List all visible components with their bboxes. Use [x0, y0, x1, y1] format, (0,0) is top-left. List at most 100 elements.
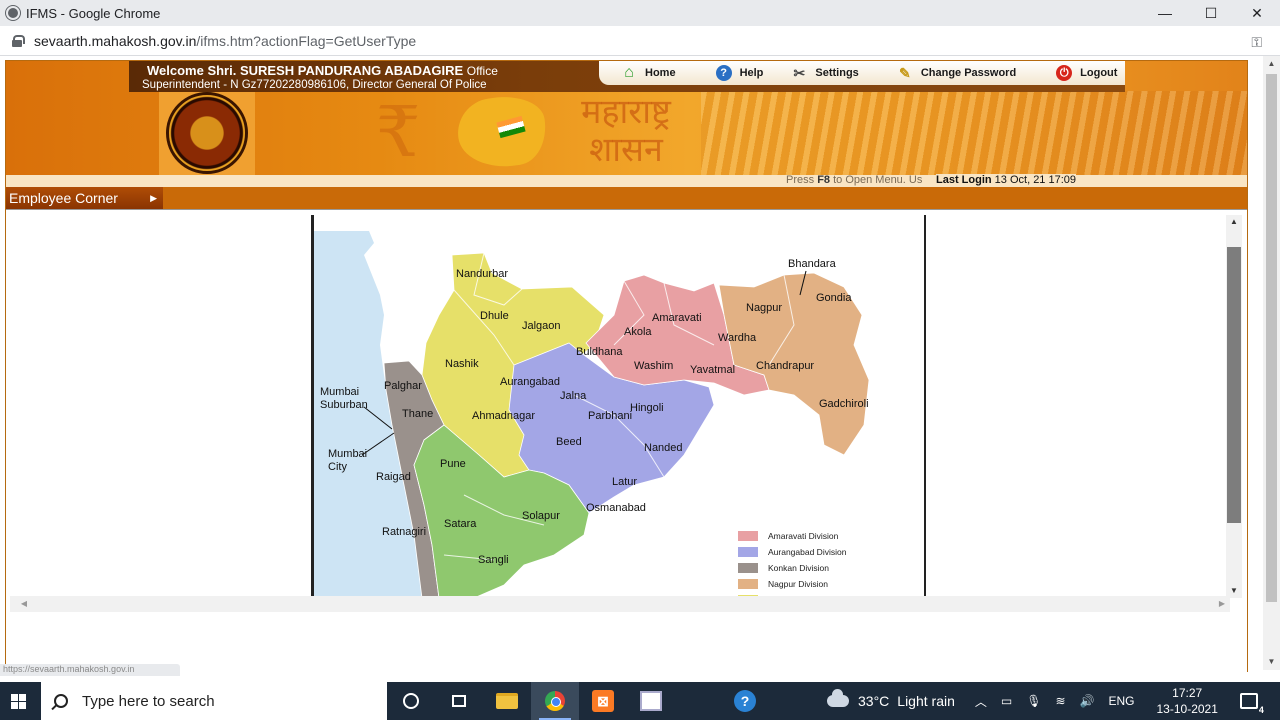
window-title: IFMS - Google Chrome — [26, 5, 161, 21]
district-label-thane: Thane — [402, 408, 433, 420]
district-label-yavatmal: Yavatmal — [690, 364, 735, 376]
map-image: Nandurbar Dhule Jalgaon Nashik Palghar Thane M… — [314, 215, 924, 598]
notification-count: 4 — [1258, 705, 1264, 715]
cortana-button[interactable] — [387, 682, 435, 720]
weather-widget[interactable]: 33°C Light rain — [827, 689, 955, 709]
district-label-beed: Beed — [556, 436, 582, 448]
scroll-left-arrow[interactable]: ◀ — [16, 596, 32, 612]
legend-label-1: Aurangabad Division — [768, 547, 847, 557]
employee-corner-menu[interactable]: Employee Corner ▶ — [6, 187, 163, 209]
page-vertical-scrollbar[interactable]: ▲ ▼ — [1263, 56, 1280, 670]
marathi-line1: महाराष्ट्र — [581, 92, 671, 132]
maximize-button[interactable]: ☐ — [1188, 0, 1234, 26]
volume-icon[interactable]: 🔊 — [1080, 694, 1095, 708]
inner-vertical-scrollbar[interactable]: ▲ ▼ — [1226, 215, 1242, 598]
windows-taskbar: Type here to search ⊠ ? 33°C Light rain … — [0, 682, 1280, 720]
help-taskbar-button[interactable]: ? — [721, 682, 769, 720]
url-text[interactable]: sevaarth.mahakosh.gov.in/ifms.htm?action… — [34, 33, 416, 49]
welcome-text: Welcome Shri. SURESH PANDURANG ABADAGIRE… — [147, 63, 498, 78]
legend-label-0: Amaravati Division — [768, 531, 839, 541]
page-scroll-thumb[interactable] — [1266, 74, 1277, 602]
url-path: /ifms.htm?actionFlag=GetUserType — [196, 32, 417, 49]
legend-swatch-0 — [738, 531, 758, 541]
header-banner: ₹ महाराष्ट्र शासन Welcome Shri. SURESH P… — [6, 61, 1247, 175]
chrome-taskbar-button[interactable] — [531, 682, 579, 720]
language-indicator[interactable]: ENG — [1108, 694, 1134, 708]
district-label-parbhani: Parbhani — [588, 410, 632, 422]
inner-horizontal-scrollbar[interactable]: ◀ ▶ — [10, 596, 1230, 612]
district-label-osmanabad: Osmanabad — [586, 502, 646, 514]
district-label-wardha: Wardha — [718, 332, 757, 344]
chevron-up-icon[interactable]: ︿ — [975, 693, 987, 710]
close-button[interactable]: ✕ — [1234, 0, 1280, 26]
app-taskbar-button[interactable] — [627, 682, 675, 720]
scroll-right-arrow[interactable]: ▶ — [1214, 596, 1230, 612]
district-label-akola: Akola — [624, 326, 652, 338]
temperature: 33°C — [858, 693, 890, 709]
maharashtra-emblem-logo — [166, 92, 248, 174]
clock[interactable]: 17:27 13-10-2021 — [1157, 685, 1218, 717]
district-label-mumbai-city-1: Mumbai — [328, 448, 367, 460]
clock-date: 13-10-2021 — [1156, 702, 1218, 716]
notification-icon[interactable]: 4 — [1239, 693, 1264, 715]
window-controls: — ☐ ✕ — [1142, 0, 1280, 26]
file-explorer-button[interactable] — [483, 682, 531, 720]
xampp-taskbar-button[interactable]: ⊠ — [579, 682, 627, 720]
address-bar[interactable]: sevaarth.mahakosh.gov.in/ifms.htm?action… — [0, 26, 1280, 56]
last-login: Last Login 13 Oct, 21 17:09 — [936, 174, 1077, 186]
nav-logout[interactable]: ⏻ Logout — [1056, 65, 1117, 81]
nav-change-password[interactable]: ✎ Change Password — [897, 65, 1016, 81]
district-label-palghar: Palghar — [384, 380, 422, 392]
xampp-icon: ⊠ — [592, 690, 614, 712]
start-button[interactable] — [0, 682, 36, 720]
content-frame: Nandurbar Dhule Jalgaon Nashik Palghar Thane M… — [6, 209, 1247, 673]
district-label-amaravati: Amaravati — [652, 312, 702, 324]
ifms-frame: ₹ महाराष्ट्र शासन Welcome Shri. SURESH P… — [5, 60, 1248, 673]
task-view-button[interactable] — [435, 682, 483, 720]
microphone-icon[interactable]: 🎙 — [1026, 694, 1041, 708]
inner-content: Nandurbar Dhule Jalgaon Nashik Palghar Thane M… — [8, 213, 1243, 615]
inner-scroll-thumb[interactable] — [1227, 247, 1241, 523]
district-label-bhandara: Bhandara — [788, 258, 837, 270]
nav-settings[interactable]: ✂ Settings — [791, 64, 859, 81]
link-status-bubble: https://sevaarth.mahakosh.gov.in — [0, 664, 180, 676]
district-label-mumbai-suburban-2: Suburban — [320, 399, 368, 411]
key-icon[interactable]: ⚿ — [1251, 34, 1262, 51]
district-label-hingoli: Hingoli — [630, 402, 664, 414]
welcome-bar: Welcome Shri. SURESH PANDURANG ABADAGIRE… — [129, 61, 1125, 92]
f8-key: F8 — [817, 174, 831, 186]
district-label-ahmadnagar: Ahmadnagar — [472, 410, 535, 422]
f8-hint: Press F8 to Open Menu. Us — [786, 174, 922, 186]
wifi-icon[interactable]: ≋ — [1055, 694, 1065, 708]
page-viewport: ₹ महाराष्ट्र शासन Welcome Shri. SURESH P… — [0, 56, 1280, 682]
menu-bar: Employee Corner ▶ — [6, 187, 1247, 209]
page-scroll-up-arrow[interactable]: ▲ — [1263, 56, 1280, 72]
district-label-solapur: Solapur — [522, 510, 560, 522]
url-host: sevaarth.mahakosh.gov.in — [34, 32, 197, 49]
last-login-label: Last Login — [936, 174, 992, 186]
minimize-button[interactable]: — — [1142, 0, 1188, 26]
nav-help[interactable]: ? Help — [715, 65, 763, 81]
caret-right-icon: ▶ — [150, 193, 157, 203]
employee-corner-label: Employee Corner — [9, 190, 118, 206]
page-scroll-down-arrow[interactable]: ▼ — [1263, 654, 1280, 670]
district-label-chandrapur: Chandrapur — [756, 360, 814, 372]
designation-text: Superintendent - N Gz77202280986106, Dir… — [142, 79, 487, 91]
maharashtra-shasan-logo: महाराष्ट्र शासन — [576, 93, 676, 169]
district-label-mumbai-suburban-1: Mumbai — [320, 386, 359, 398]
folder-icon — [496, 693, 518, 709]
district-label-dhule: Dhule — [480, 310, 509, 322]
nav-change-password-label: Change Password — [920, 67, 1017, 79]
scroll-up-arrow[interactable]: ▲ — [1226, 215, 1242, 229]
nav-home[interactable]: ⌂ Home — [621, 64, 675, 81]
search-icon — [54, 694, 68, 708]
info-strip: Press F8 to Open Menu. Us Last Login 13 … — [6, 174, 1247, 187]
taskbar-search[interactable]: Type here to search — [41, 682, 387, 720]
battery-icon[interactable]: ▭ — [1001, 694, 1012, 708]
search-placeholder: Type here to search — [82, 692, 215, 710]
weather-condition: Light rain — [897, 693, 955, 709]
district-label-latur: Latur — [612, 476, 637, 488]
district-label-jalgaon: Jalgaon — [522, 320, 561, 332]
tools-icon: ✂ — [793, 64, 806, 81]
lock-icon[interactable] — [12, 34, 25, 47]
